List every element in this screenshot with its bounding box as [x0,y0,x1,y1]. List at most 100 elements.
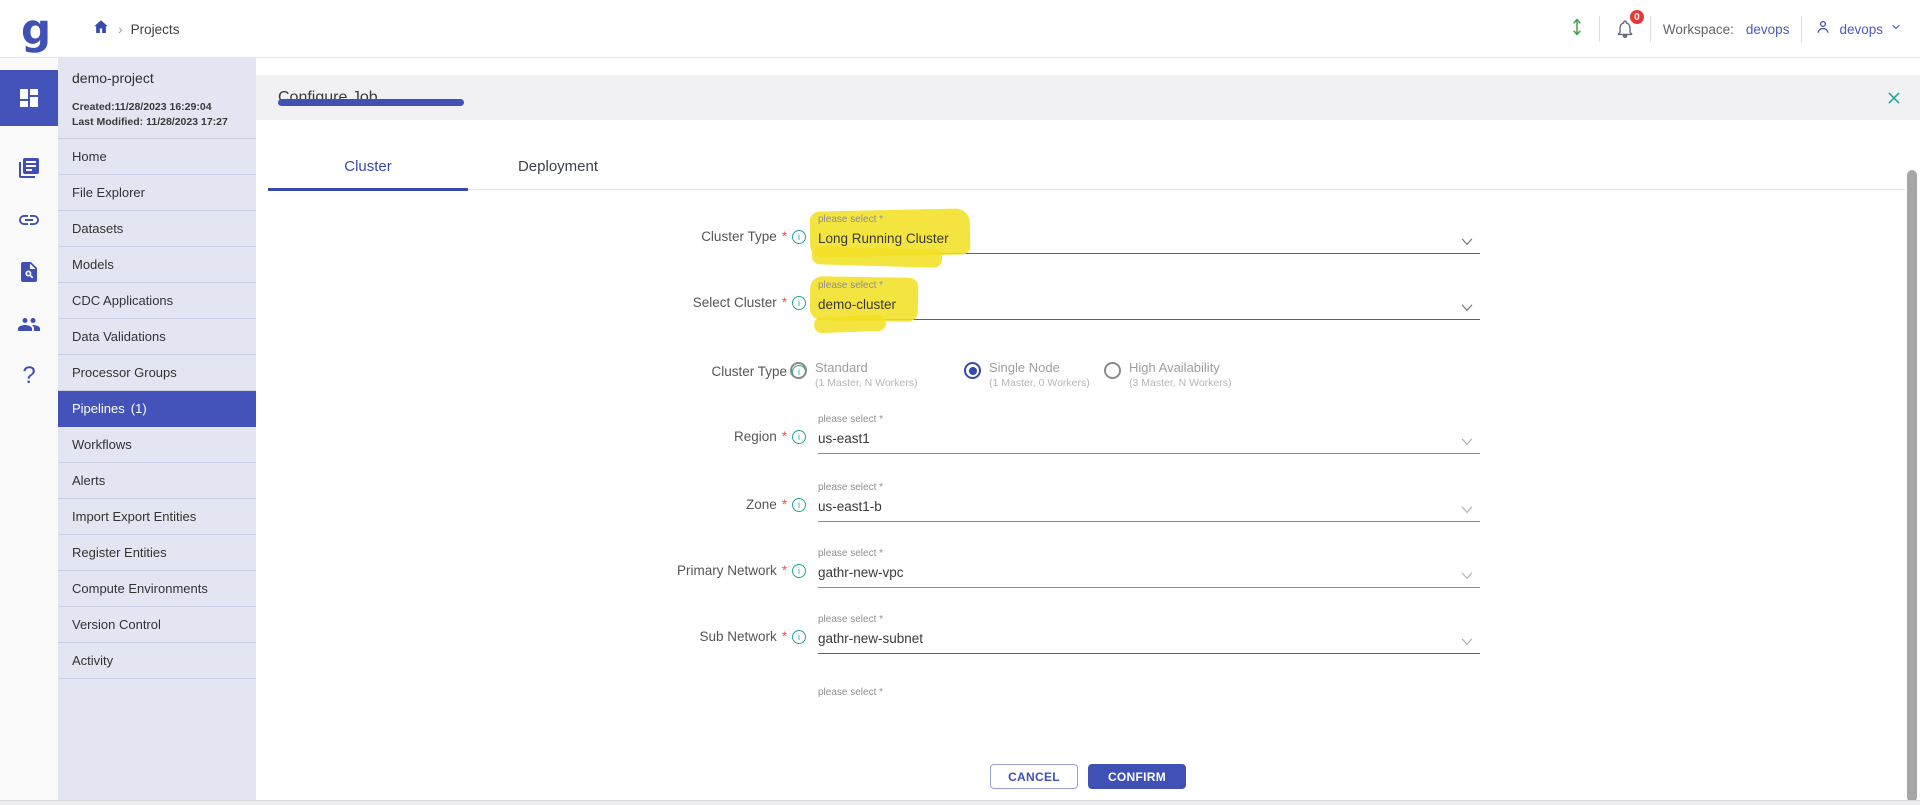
field-label: Region* [506,429,806,444]
field-label: Cluster Type [506,364,806,379]
home-icon[interactable] [92,18,110,41]
radio-icon [1104,362,1121,379]
breadcrumb-page[interactable]: Projects [131,22,180,37]
close-icon[interactable] [1884,88,1904,108]
help-icon: ? [22,362,35,390]
field-label: Zone* [506,497,806,512]
sub-network-select[interactable]: please select * gathr-new-subnet [818,614,1480,660]
workspace-value-link[interactable]: devops [1746,22,1790,37]
field-row-region: Region* please select * us-east1 [256,414,1920,466]
chevron-down-icon [1460,434,1474,452]
sidebar-item-models[interactable]: Models [58,247,256,283]
horizontal-scrollbar[interactable] [0,800,1920,805]
highlight-marker [814,315,887,334]
sidebar-item-home[interactable]: Home [58,139,256,175]
select-cluster-select[interactable]: please select * demo-cluster [818,280,1480,326]
tab-cluster[interactable]: Cluster [268,143,468,189]
vertical-scrollbar[interactable] [1907,170,1917,802]
chevron-down-icon [1890,20,1902,38]
user-menu[interactable]: devops [1814,18,1902,41]
breadcrumb-separator: › [118,21,123,37]
users-icon [17,312,41,336]
radio-icon [790,362,807,379]
sidebar-item-datasets[interactable]: Datasets [58,211,256,247]
divider [1801,16,1802,42]
sidebar-item-activity[interactable]: Activity [58,643,256,679]
rail-item-library[interactable] [0,140,58,195]
workspace-label: Workspace: [1663,22,1734,37]
radio-high-availability[interactable]: High Availability (3 Master, N Workers) [1104,360,1284,390]
info-icon[interactable] [792,498,806,512]
field-label: Sub Network* [506,629,806,644]
info-icon[interactable] [792,230,806,244]
project-name[interactable]: demo-project [72,70,242,86]
sidebar-item-file-explorer[interactable]: File Explorer [58,175,256,211]
panel-header: Configure Job [256,75,1920,120]
primary-network-select[interactable]: please select * gathr-new-vpc [818,548,1480,594]
region-select[interactable]: please select * us-east1 [818,414,1480,460]
library-icon [17,156,41,180]
sidebar-item-alerts[interactable]: Alerts [58,463,256,499]
cancel-button[interactable]: CANCEL [990,764,1078,789]
sidebar-item-processor-groups[interactable]: Processor Groups [58,355,256,391]
chevron-down-icon [1460,634,1474,652]
link-icon [17,208,41,232]
field-label: Select Cluster* [506,295,806,310]
rail-item-data-search[interactable] [0,244,58,299]
rail-item-connections[interactable] [0,192,58,247]
selected-value: Long Running Cluster [818,231,1480,246]
info-icon[interactable] [792,630,806,644]
sidebar-item-compute-environments[interactable]: Compute Environments [58,571,256,607]
project-modified: Last Modified: 11/28/2023 17:27 [72,115,242,130]
rail-item-dashboard[interactable] [0,70,58,126]
project-sidebar: demo-project Created:11/28/2023 16:29:04… [58,58,256,805]
chevron-down-icon [1460,300,1474,318]
dashboard-icon [17,86,41,110]
project-created: Created:11/28/2023 16:29:04 [72,100,242,115]
topbar-actions: 0 Workspace: devops devops [1567,0,1902,58]
cluster-type-select[interactable]: please select * Long Running Cluster [818,214,1480,260]
user-name: devops [1839,22,1883,37]
next-field-hint: please select * [818,687,883,698]
zone-select[interactable]: please select * us-east1-b [818,482,1480,528]
tab-deployment[interactable]: Deployment [468,143,648,189]
radio-standard[interactable]: Standard (1 Master, N Workers) [790,360,964,390]
sidebar-item-version-control[interactable]: Version Control [58,607,256,643]
panel-title: Configure Job [278,75,378,120]
selected-value: us-east1-b [818,499,1480,514]
divider [1599,16,1600,42]
sidebar-item-cdc-applications[interactable]: CDC Applications [58,283,256,319]
sidebar-item-workflows[interactable]: Workflows [58,427,256,463]
chevron-down-icon [1460,502,1474,520]
notifications-bell-icon[interactable]: 0 [1612,16,1638,42]
field-row-cluster-type: Cluster Type* please select * Long Runni… [256,214,1920,266]
highlight-marker [812,246,942,268]
sidebar-item-register-entities[interactable]: Register Entities [58,535,256,571]
info-icon[interactable] [792,430,806,444]
field-label: Cluster Type* [506,229,806,244]
field-row-select-cluster: Select Cluster* please select * demo-clu… [256,280,1920,332]
divider [1650,16,1651,42]
field-row-primary-network: Primary Network* please select * gathr-n… [256,548,1920,600]
confirm-button[interactable]: CONFIRM [1088,764,1186,789]
sidebar-item-pipelines[interactable]: Pipelines (1) [58,391,256,427]
resize-updown-icon[interactable] [1567,15,1587,44]
rail-item-help[interactable]: ? [0,348,58,403]
topbar: g › Projects 0 Workspace: devops [0,0,1920,58]
radio-selected-icon [964,362,981,379]
selected-value: gathr-new-subnet [818,631,1480,646]
project-header: demo-project Created:11/28/2023 16:29:04… [58,58,256,139]
chevron-down-icon [1460,568,1474,586]
info-icon[interactable] [792,296,806,310]
breadcrumb: › Projects [92,0,179,58]
info-icon[interactable] [792,564,806,578]
sidebar-item-data-validations[interactable]: Data Validations [58,319,256,355]
radio-single-node[interactable]: Single Node (1 Master, 0 Workers) [964,360,1104,390]
document-search-icon [17,260,41,284]
selected-value: us-east1 [818,431,1480,446]
selected-value: demo-cluster [818,297,1480,312]
brand-logo[interactable]: g [14,2,58,56]
rail-item-users[interactable] [0,296,58,351]
field-row-cluster-mode: Cluster Type Standard (1 Master, N Worke… [256,358,1920,408]
sidebar-item-import-export-entities[interactable]: Import Export Entities [58,499,256,535]
